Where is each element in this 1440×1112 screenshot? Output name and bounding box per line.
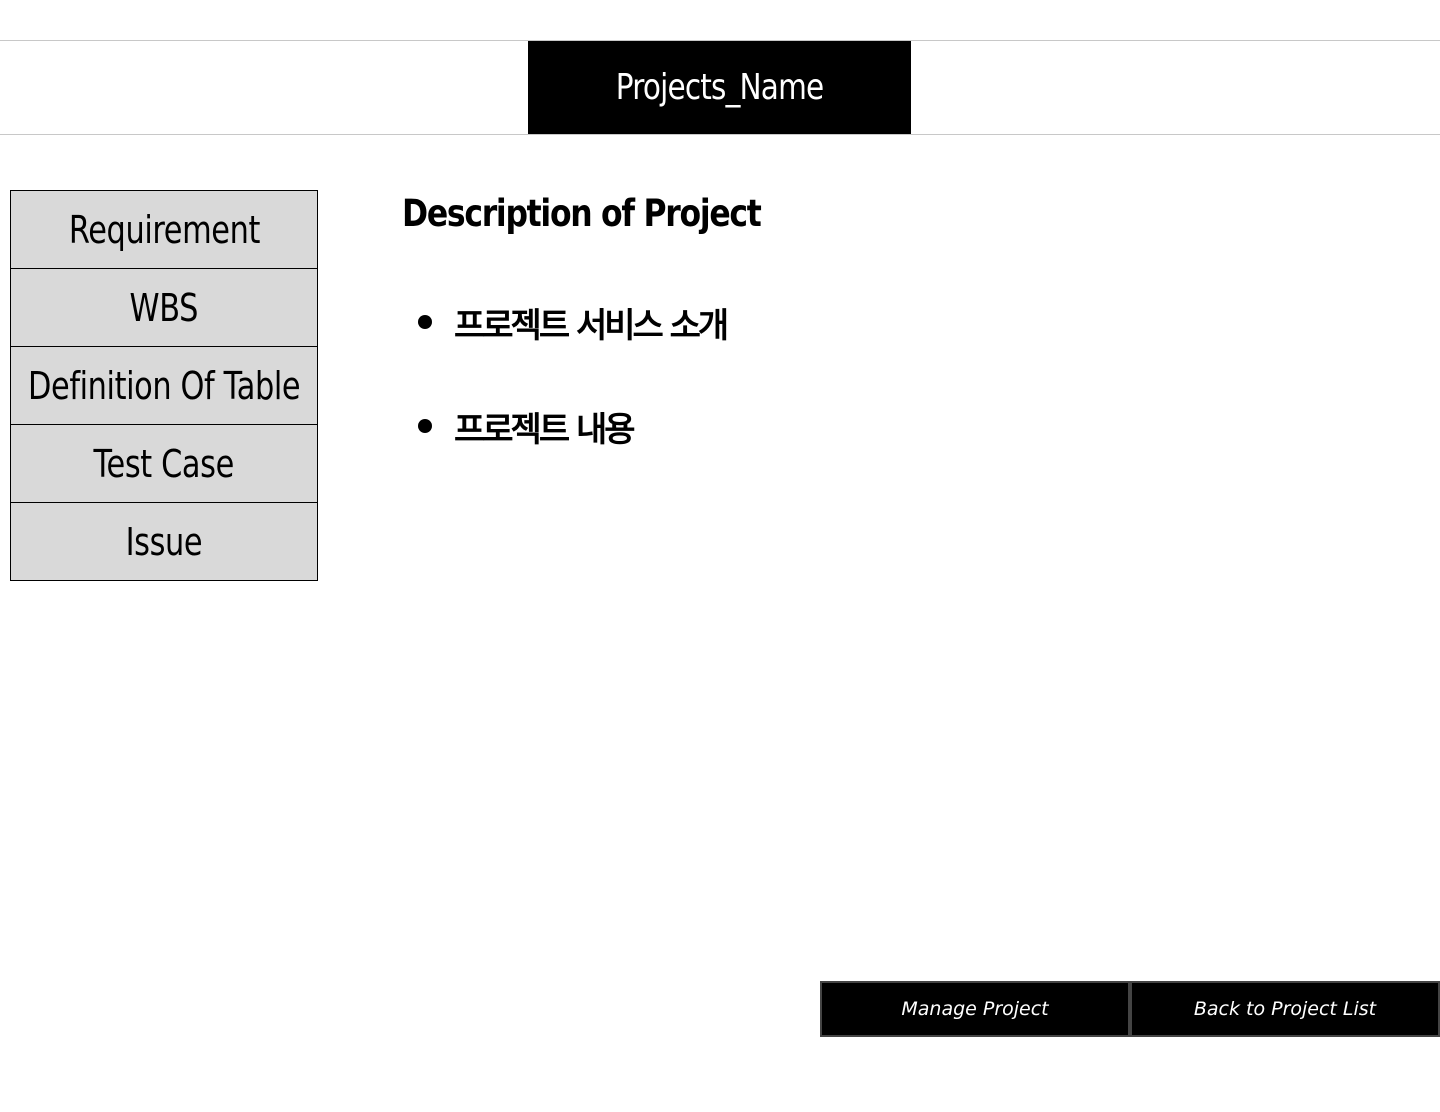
- list-item: 프로젝트 서비스 소개: [418, 294, 729, 350]
- header-bottom-divider: [0, 134, 1440, 135]
- sidebar-item-test-case[interactable]: Test Case: [11, 425, 317, 503]
- project-title: Projects_Name: [615, 67, 824, 108]
- description-list: 프로젝트 서비스 소개 프로젝트 내용: [418, 294, 729, 502]
- sidebar-nav: Requirement WBS Definition Of Table Test…: [10, 190, 318, 581]
- manage-project-button[interactable]: Manage Project: [820, 981, 1130, 1037]
- sidebar-item-label: Test Case: [93, 441, 235, 486]
- sidebar-item-label: Issue: [125, 519, 203, 564]
- back-to-project-list-button[interactable]: Back to Project List: [1130, 981, 1440, 1037]
- bullet-icon: [418, 419, 432, 433]
- content-title: Description of Project: [402, 192, 762, 235]
- project-title-banner: Projects_Name: [528, 41, 911, 134]
- sidebar-item-wbs[interactable]: WBS: [11, 269, 317, 347]
- sidebar-item-label: Requirement: [68, 207, 260, 252]
- list-item-text: 프로젝트 내용: [454, 409, 636, 450]
- sidebar-item-issue[interactable]: Issue: [11, 503, 317, 580]
- list-item: 프로젝트 내용: [418, 398, 726, 454]
- sidebar-item-label: WBS: [129, 285, 199, 330]
- sidebar-item-label: Definition Of Table: [27, 363, 301, 408]
- sidebar-item-definition-of-table[interactable]: Definition Of Table: [11, 347, 317, 425]
- sidebar-item-requirement[interactable]: Requirement: [11, 191, 317, 269]
- bullet-icon: [418, 315, 432, 329]
- list-item-text: 프로젝트 서비스 소개: [454, 305, 729, 346]
